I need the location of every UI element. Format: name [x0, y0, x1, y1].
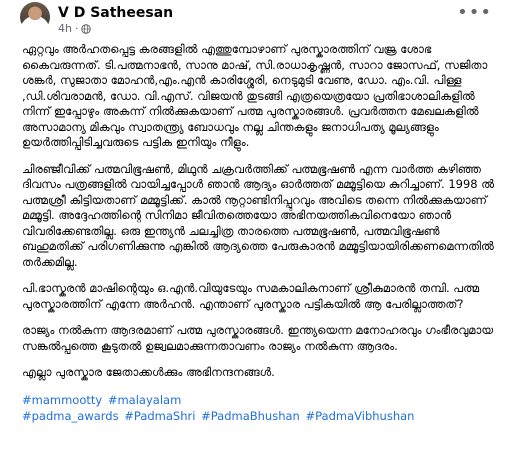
hashtag-link[interactable]: #padma_awards	[22, 409, 119, 423]
post-paragraph: പി.ഭാസ്കരൻ മാഷിന്റെയും ഒ.എൻ.വിയുടേയും സമ…	[22, 281, 480, 311]
post-time[interactable]: 4h	[58, 22, 72, 35]
hashtag-link[interactable]: #PadmaBhushan	[201, 409, 300, 423]
hashtag-link[interactable]: #malayalam	[108, 393, 181, 407]
more-options-icon[interactable]: •••	[457, 2, 492, 23]
facebook-post: V D Satheesan 4h · ••• ഏറ്റവും അർഹതപ്പെട…	[0, 0, 518, 451]
avatar[interactable]	[20, 2, 50, 32]
hashtag-link[interactable]: #PadmaShri	[124, 409, 195, 423]
post-paragraph: രാജ്യം നൽകുന്ന ആദരമാണ് പത്മ പുരസ്കാരങ്ങൾ…	[22, 323, 494, 353]
post-meta: 4h ·	[58, 22, 92, 35]
post-header: V D Satheesan 4h · •••	[16, 0, 502, 44]
post-paragraph: ചിരഞ്ജീവിക്ക് പത്മവിഭൂഷൺ, മിഥുൻ ചക്രവർത്…	[22, 161, 495, 269]
hashtag-link[interactable]: #PadmaVibhushan	[305, 409, 414, 423]
post-paragraph: എല്ലാ പുരസ്കാര ജേതാക്കൾക്കും അഭിനന്ദനങ്ങ…	[22, 365, 275, 379]
globe-icon[interactable]	[81, 23, 92, 34]
hashtag-list: #mammootty #malayalam #padma_awards #Pad…	[22, 392, 502, 424]
hashtag-link[interactable]: #mammootty	[22, 393, 102, 407]
author-name[interactable]: V D Satheesan	[58, 5, 173, 21]
post-paragraph: ഏറ്റവും അർഹതപ്പെട്ട കരങ്ങളിൽ എത്തുമ്പോഴാ…	[22, 42, 488, 149]
post-content: ഏറ്റവും അർഹതപ്പെട്ട കരങ്ങളിൽ എത്തുമ്പോഴാ…	[22, 42, 502, 424]
